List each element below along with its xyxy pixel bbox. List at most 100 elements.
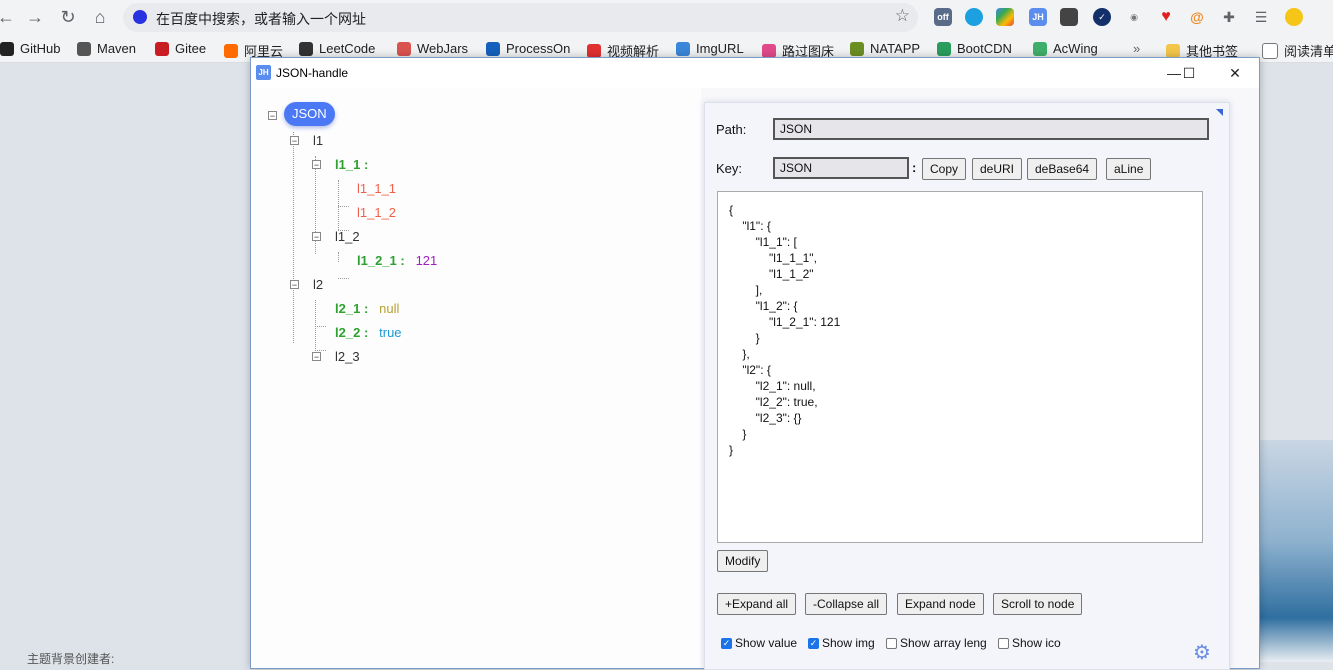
collapse-toggle-icon[interactable]: − bbox=[290, 136, 299, 146]
bookmark-item[interactable]: NATAPP bbox=[850, 41, 920, 56]
checkbox-icon[interactable]: ✓ bbox=[808, 637, 819, 649]
extension-off-icon[interactable]: off bbox=[934, 8, 952, 26]
tree-node-l1_1[interactable]: l1_1 : bbox=[335, 157, 368, 172]
tree-node-l1[interactable]: l1 bbox=[313, 133, 323, 148]
path-field[interactable]: JSON bbox=[773, 118, 1209, 140]
back-icon[interactable]: ← bbox=[0, 5, 18, 29]
profile-avatar-icon[interactable] bbox=[1285, 8, 1303, 26]
show-ico-option[interactable]: Show ico bbox=[998, 636, 1061, 650]
bookmark-favicon-icon bbox=[850, 41, 864, 56]
extension-eye-icon[interactable]: ◉ bbox=[1125, 8, 1143, 26]
close-button[interactable]: ✕ bbox=[1220, 62, 1250, 84]
aline-button[interactable]: aLine bbox=[1106, 158, 1152, 180]
reload-icon[interactable]: ↻ bbox=[56, 5, 80, 29]
reading-mode-icon[interactable]: ☰ bbox=[1252, 8, 1270, 26]
settings-gear-icon[interactable]: ⚙ bbox=[1193, 640, 1211, 665]
extension-jh-icon[interactable]: JH bbox=[1029, 8, 1047, 26]
show-value-option[interactable]: ✓ Show value bbox=[721, 636, 797, 650]
extension-globe-icon[interactable] bbox=[965, 8, 983, 26]
tree-node-l1_1_2[interactable]: l1_1_2 bbox=[357, 205, 396, 220]
bookmark-item[interactable]: WebJars bbox=[397, 41, 468, 56]
bookmark-item[interactable]: AcWing bbox=[1033, 41, 1098, 56]
checkbox-icon[interactable]: ✓ bbox=[721, 637, 732, 649]
window-title: JSON-handle bbox=[276, 66, 349, 80]
tree-node-l2_3[interactable]: l2_3 bbox=[335, 349, 360, 364]
tree-node-l2_1[interactable]: l2_1 : null bbox=[335, 301, 399, 316]
extension-ghost-icon[interactable] bbox=[1060, 8, 1078, 26]
reading-list[interactable]: 阅读清单 bbox=[1262, 41, 1333, 60]
key-label: Key: bbox=[716, 161, 743, 176]
tree-node-l1_2_1[interactable]: l1_2_1 : 121 bbox=[357, 253, 437, 268]
node-key: l1_1 bbox=[335, 157, 361, 172]
collapse-toggle-icon[interactable]: − bbox=[312, 160, 321, 170]
panel-corner-icon[interactable] bbox=[1216, 109, 1223, 116]
show-img-option[interactable]: ✓ Show img bbox=[808, 636, 875, 650]
tree-connector bbox=[315, 300, 316, 355]
collapse-toggle-icon[interactable]: − bbox=[290, 280, 299, 290]
baidu-icon bbox=[133, 10, 147, 24]
bookmark-favicon-icon bbox=[486, 41, 500, 56]
node-value: true bbox=[379, 325, 402, 340]
tree-root-node[interactable]: JSON bbox=[284, 102, 335, 126]
folder-icon bbox=[1166, 43, 1180, 58]
bookmark-favicon-icon bbox=[155, 41, 169, 56]
checkbox-icon[interactable] bbox=[998, 637, 1009, 649]
forward-icon[interactable]: → bbox=[23, 5, 47, 29]
bookmark-item[interactable]: Gitee bbox=[155, 41, 206, 56]
expand-node-button[interactable]: Expand node bbox=[897, 593, 984, 615]
json-text-area[interactable]: { "l1": { "l1_1": [ "l1_1_1", "l1_1_2" ]… bbox=[717, 191, 1203, 543]
bookmark-label: NATAPP bbox=[870, 41, 921, 56]
address-bar[interactable]: 在百度中搜索，或者输入一个网址 ☆ bbox=[123, 3, 918, 32]
collapse-toggle-icon[interactable]: − bbox=[312, 352, 321, 362]
bookmark-label: BootCDN bbox=[957, 41, 1012, 56]
bookmark-favicon-icon bbox=[224, 43, 238, 58]
home-icon[interactable]: ⌂ bbox=[88, 5, 112, 29]
bookmark-label: LeetCode bbox=[319, 41, 376, 56]
tree-node-l1_1_1[interactable]: l1_1_1 bbox=[357, 181, 396, 196]
extension-color-icon[interactable] bbox=[996, 8, 1014, 26]
option-label: Show ico bbox=[1012, 636, 1061, 650]
collapse-toggle-icon[interactable]: − bbox=[268, 111, 277, 121]
ext-off-badge: off bbox=[937, 12, 949, 22]
window-titlebar: JH JSON-handle — ☐ ✕ bbox=[251, 58, 1259, 88]
extension-heart-icon[interactable]: ♥ bbox=[1157, 8, 1175, 26]
bookmark-star-icon[interactable]: ☆ bbox=[895, 6, 910, 26]
node-colon: : bbox=[363, 301, 369, 316]
key-field[interactable]: JSON bbox=[773, 157, 909, 179]
option-label: Show img bbox=[822, 636, 875, 650]
bookmark-item[interactable]: ImgURL bbox=[676, 41, 744, 56]
deuri-button[interactable]: deURI bbox=[972, 158, 1023, 180]
extension-swirl-icon[interactable]: @ bbox=[1188, 8, 1206, 26]
collapse-toggle-icon[interactable]: − bbox=[312, 232, 321, 242]
node-colon: : bbox=[363, 325, 369, 340]
node-key: l2_1 bbox=[335, 301, 361, 316]
browser-toolbar: ← → ↻ ⌂ 在百度中搜索，或者输入一个网址 ☆ off JH ✓ ◉ ♥ @… bbox=[0, 0, 1333, 34]
expand-all-button[interactable]: +Expand all bbox=[717, 593, 797, 615]
bookmark-favicon-icon bbox=[299, 41, 313, 56]
collapse-all-button[interactable]: -Collapse all bbox=[805, 593, 888, 615]
tree-node-l1_2[interactable]: l1_2 bbox=[335, 229, 360, 244]
modify-button[interactable]: Modify bbox=[717, 550, 769, 572]
scroll-to-node-button[interactable]: Scroll to node bbox=[993, 593, 1083, 615]
extensions-puzzle-icon[interactable]: ✚ bbox=[1220, 8, 1238, 26]
extension-check-icon[interactable]: ✓ bbox=[1093, 8, 1111, 26]
address-placeholder: 在百度中搜索，或者输入一个网址 bbox=[156, 11, 366, 27]
bookmark-item[interactable]: ProcessOn bbox=[486, 41, 570, 56]
copy-button[interactable]: Copy bbox=[922, 158, 967, 180]
bookmark-item[interactable]: GitHub bbox=[0, 41, 60, 56]
checkbox-icon[interactable] bbox=[886, 637, 897, 649]
bookmark-favicon-icon bbox=[77, 41, 91, 56]
debase64-button[interactable]: deBase64 bbox=[1027, 158, 1098, 180]
tree-node-l2_2[interactable]: l2_2 : true bbox=[335, 325, 402, 340]
maximize-button[interactable]: ☐ bbox=[1174, 62, 1204, 84]
bookmark-item[interactable]: BootCDN bbox=[937, 41, 1012, 56]
bookmark-item[interactable]: Maven bbox=[77, 41, 136, 56]
show-array-length-option[interactable]: Show array leng bbox=[886, 636, 987, 650]
json-tree: − − − − − − JSON l1 l1_1 : l1_1_1 l1_1_2… bbox=[251, 88, 701, 668]
bookmark-item[interactable]: LeetCode bbox=[299, 41, 375, 56]
bookmark-label: GitHub bbox=[20, 41, 61, 56]
bookmarks-more-icon[interactable]: » bbox=[1133, 41, 1140, 56]
tree-connector bbox=[338, 252, 339, 262]
tree-node-l2[interactable]: l2 bbox=[313, 277, 323, 292]
bookmark-favicon-icon bbox=[0, 41, 14, 56]
